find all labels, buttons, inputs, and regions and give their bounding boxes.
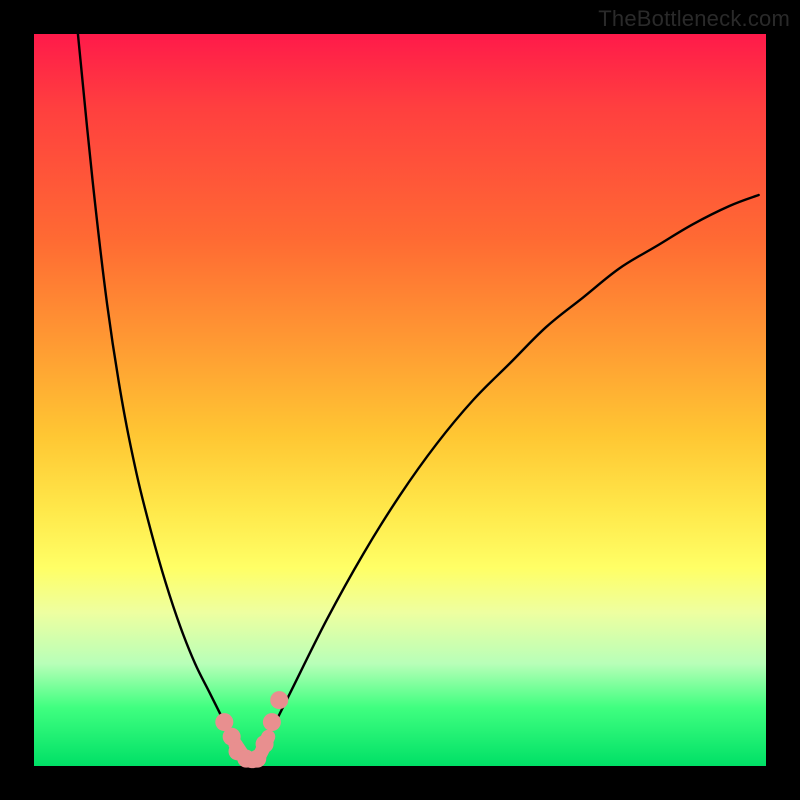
chart-frame: TheBottleneck.com — [0, 0, 800, 800]
marker-group — [215, 691, 288, 768]
watermark-text: TheBottleneck.com — [598, 6, 790, 32]
marker-7 — [270, 691, 288, 709]
marker-5 — [256, 735, 274, 753]
chart-svg — [34, 34, 766, 766]
series-right-curve — [257, 195, 758, 759]
marker-6 — [263, 713, 281, 731]
plot-area — [34, 34, 766, 766]
series-left-curve — [78, 34, 246, 759]
curve-group — [78, 34, 759, 761]
